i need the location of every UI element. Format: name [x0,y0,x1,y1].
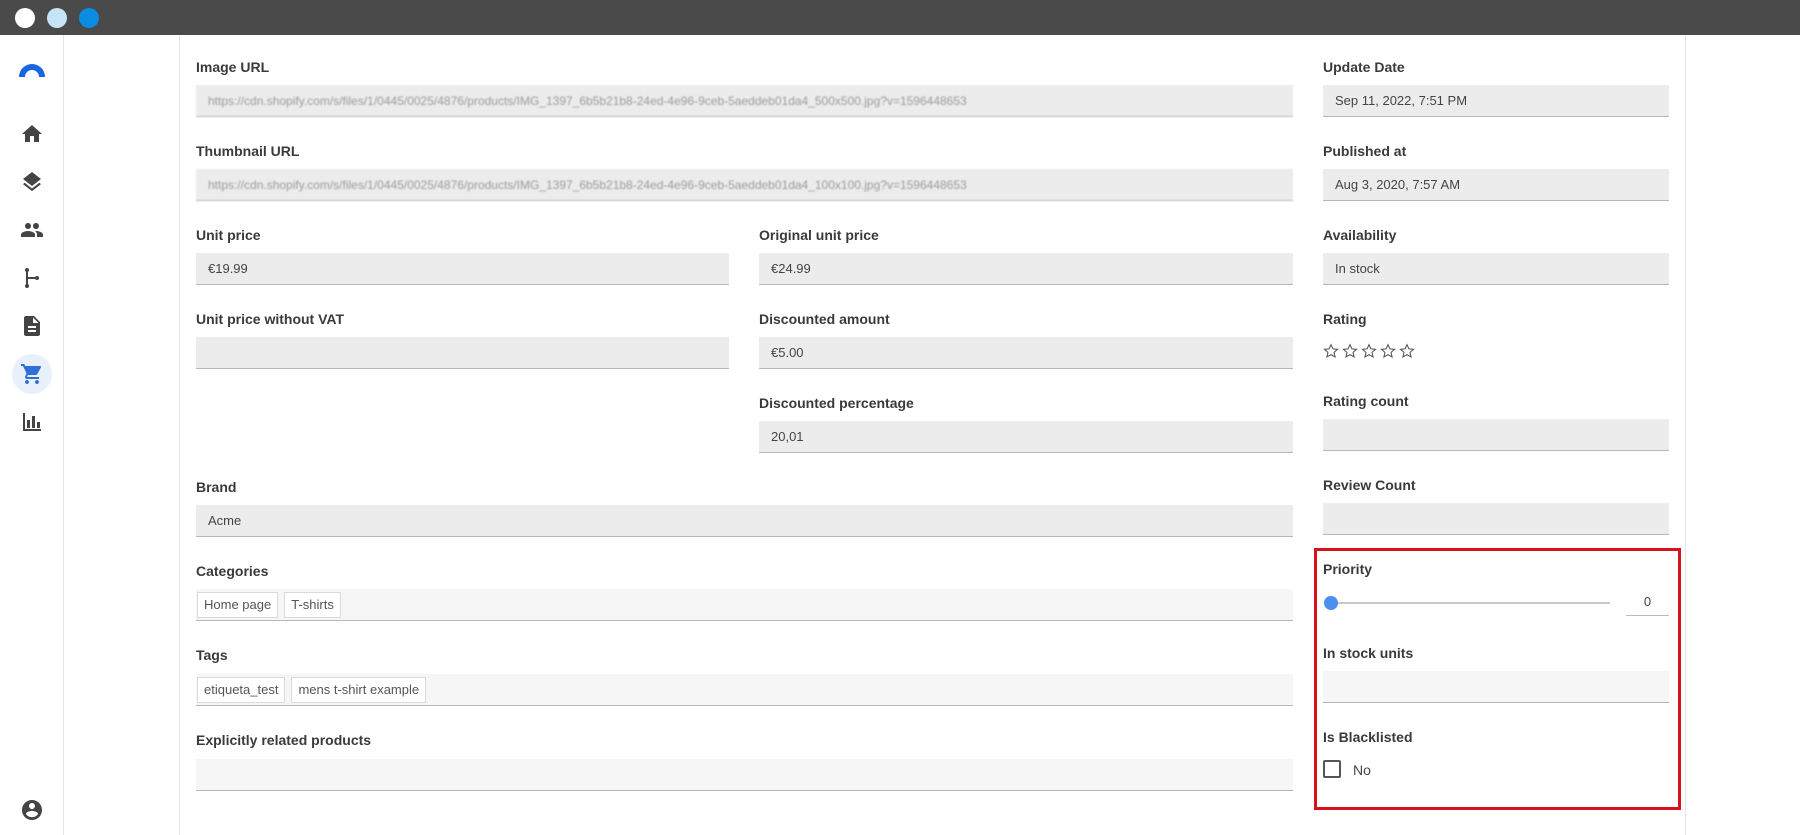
star-icon[interactable] [1342,343,1358,359]
sidebar-item-branch[interactable] [12,258,52,298]
home-icon [22,125,42,142]
star-icon[interactable] [1380,343,1396,359]
categories-label: Categories [196,563,269,579]
layers-icon [23,172,41,192]
account-circle-icon [22,800,42,820]
unit-price-without-vat-label: Unit price without VAT [196,311,345,327]
highlight-box [1314,548,1681,810]
window-maximize-button[interactable] [79,8,99,28]
discounted-amount-field[interactable]: €5.00 [759,337,1293,369]
categories-field[interactable]: Home page T-shirts [196,589,1293,621]
thumbnail-url-label: Thumbnail URL [196,143,300,159]
review-count-field[interactable] [1323,503,1669,535]
sidebar-nav [0,35,64,835]
sidebar-item-layers[interactable] [12,162,52,202]
availability-field[interactable]: In stock [1323,253,1669,285]
sidebar-item-analytics[interactable] [12,402,52,442]
explicitly-related-products-field[interactable] [196,759,1293,791]
tags-field[interactable]: etiqueta_test mens t-shirt example [196,674,1293,706]
image-url-field[interactable]: https://cdn.shopify.com/s/files/1/0445/0… [196,85,1293,117]
sidebar-item-users[interactable] [12,210,52,250]
sidebar-item-account[interactable] [12,790,52,830]
product-detail-panel: Image URL https://cdn.shopify.com/s/file… [179,35,1686,835]
sidebar-item-products[interactable] [12,354,52,394]
tag-chip[interactable]: etiqueta_test [197,677,286,703]
update-date-field[interactable]: Sep 11, 2022, 7:51 PM [1323,85,1669,117]
discounted-amount-label: Discounted amount [759,311,890,327]
category-chip[interactable]: T-shirts [284,592,341,618]
brand-label: Brand [196,479,237,495]
unit-price-label: Unit price [196,227,261,243]
bar-chart-icon [23,413,41,431]
explicitly-related-products-label: Explicitly related products [196,732,372,748]
published-at-field[interactable]: Aug 3, 2020, 7:57 AM [1323,169,1669,201]
sidebar-item-home[interactable] [12,114,52,154]
document-icon [24,316,40,336]
review-count-label: Review Count [1323,477,1416,493]
tags-label: Tags [196,647,228,663]
unit-price-without-vat-field[interactable] [196,337,729,369]
thumbnail-url-field[interactable]: https://cdn.shopify.com/s/files/1/0445/0… [196,169,1293,201]
app-logo-icon[interactable] [14,53,50,89]
rating-label: Rating [1323,311,1367,327]
published-at-label: Published at [1323,143,1407,159]
browser-title-bar [0,0,1800,35]
discounted-percentage-field[interactable]: 20,01 [759,421,1293,453]
brand-field[interactable]: Acme [196,505,1293,537]
star-icon[interactable] [1399,343,1415,359]
unit-price-field[interactable]: €19.99 [196,253,729,285]
cart-icon [21,364,42,384]
availability-label: Availability [1323,227,1397,243]
rating-stars[interactable] [1323,343,1415,359]
branch-icon [25,268,39,288]
discounted-percentage-label: Discounted percentage [759,395,914,411]
category-chip[interactable]: Home page [197,592,279,618]
rating-count-field[interactable] [1323,419,1669,451]
tag-chip[interactable]: mens t-shirt example [291,677,427,703]
original-unit-price-label: Original unit price [759,227,879,243]
rating-count-label: Rating count [1323,393,1409,409]
window-close-button[interactable] [15,8,35,28]
window-minimize-button[interactable] [47,8,67,28]
star-icon[interactable] [1361,343,1377,359]
original-unit-price-field[interactable]: €24.99 [759,253,1293,285]
star-icon[interactable] [1323,343,1339,359]
image-url-label: Image URL [196,59,270,75]
sidebar-item-documents[interactable] [12,306,52,346]
people-icon [21,223,43,237]
update-date-label: Update Date [1323,59,1405,75]
